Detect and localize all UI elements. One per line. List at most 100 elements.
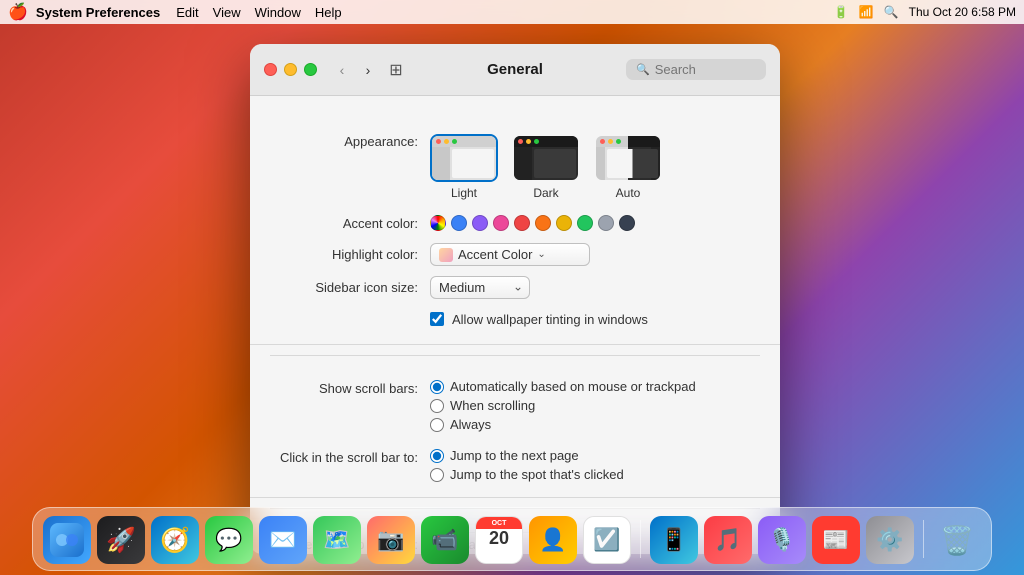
appearance-auto-label: Auto: [616, 186, 641, 200]
grid-view-button[interactable]: ⊞: [385, 59, 407, 81]
wallpaper-checkbox-label: Allow wallpaper tinting in windows: [452, 312, 648, 327]
app-name[interactable]: System Preferences: [36, 5, 160, 20]
highlight-color-label: Highlight color:: [250, 247, 430, 262]
menu-window[interactable]: Window: [255, 5, 301, 20]
click-next-radio[interactable]: [430, 449, 444, 463]
dock-music[interactable]: 🎵: [704, 516, 752, 564]
green-dot[interactable]: [577, 215, 593, 231]
highlight-value: Accent Color: [458, 247, 532, 262]
dock-reminders[interactable]: ☑️: [583, 516, 631, 564]
scroll-bars-row: Show scroll bars: Automatically based on…: [250, 374, 780, 437]
sidebar-icon-control: Small Medium Large: [430, 276, 750, 299]
click-scroll-row: Click in the scroll bar to: Jump to the …: [250, 443, 780, 487]
menu-edit[interactable]: Edit: [176, 5, 198, 20]
dock-photos[interactable]: 📷: [367, 516, 415, 564]
dock-podcasts[interactable]: 🎙️: [758, 516, 806, 564]
navigation-buttons: ‹ ›: [331, 59, 379, 81]
dock-separator-2: [923, 520, 924, 558]
menubar: 🍎 System Preferences Edit View Window He…: [0, 0, 1024, 24]
back-button[interactable]: ‹: [331, 59, 353, 81]
divider-1: [270, 355, 760, 356]
appearance-auto[interactable]: Auto: [594, 134, 662, 200]
pink-dot[interactable]: [493, 215, 509, 231]
click-next-label: Jump to the next page: [450, 448, 579, 463]
highlight-arrow-icon: ⌄: [537, 249, 545, 260]
appearance-label: Appearance:: [250, 134, 430, 149]
sidebar-icon-select-wrapper[interactable]: Small Medium Large: [430, 276, 530, 299]
wallpaper-control: Allow wallpaper tinting in windows: [430, 312, 750, 327]
click-scroll-label: Click in the scroll bar to:: [250, 448, 430, 465]
accent-color-row: Accent color:: [250, 208, 780, 238]
minimize-button[interactable]: [284, 63, 297, 76]
settings-content: Appearance:: [250, 96, 780, 554]
close-button[interactable]: [264, 63, 277, 76]
search-icon: 🔍: [636, 63, 650, 76]
sidebar-icon-select[interactable]: Small Medium Large: [430, 276, 530, 299]
dock-launchpad[interactable]: 🚀: [97, 516, 145, 564]
dock-sysprefs[interactable]: ⚙️: [866, 516, 914, 564]
dock-appstore[interactable]: 📱: [650, 516, 698, 564]
appearance-light[interactable]: Light: [430, 134, 498, 200]
color-dots: [430, 215, 635, 231]
scroll-always-row: Always: [430, 417, 696, 432]
wallpaper-checkbox[interactable]: [430, 312, 444, 326]
accent-color-label: Accent color:: [250, 216, 430, 231]
dock-messages[interactable]: 💬: [205, 516, 253, 564]
dock-news[interactable]: 📰: [812, 516, 860, 564]
dark-dot[interactable]: [619, 215, 635, 231]
scroll-when-radio[interactable]: [430, 399, 444, 413]
multicolor-dot[interactable]: [430, 215, 446, 231]
appearance-light-label: Light: [451, 186, 477, 200]
appearance-dark[interactable]: Dark: [512, 134, 580, 200]
scroll-always-radio[interactable]: [430, 418, 444, 432]
menu-view[interactable]: View: [213, 5, 241, 20]
dock-mail[interactable]: ✉️: [259, 516, 307, 564]
scroll-bars-options: Automatically based on mouse or trackpad…: [430, 379, 696, 432]
click-spot-radio[interactable]: [430, 468, 444, 482]
highlight-swatch: [439, 248, 453, 262]
maximize-button[interactable]: [304, 63, 317, 76]
appearance-options: Light: [430, 134, 662, 200]
dock-finder[interactable]: [43, 516, 91, 564]
blue-dot[interactable]: [451, 215, 467, 231]
apple-menu-icon[interactable]: 🍎: [8, 2, 28, 22]
yellow-dot[interactable]: [556, 215, 572, 231]
scroll-bars-section: Show scroll bars: Automatically based on…: [250, 364, 780, 498]
dock: 🚀 🧭 💬 ✉️ 🗺️ 📷 📹 OCT 20 👤 ☑️ 📱 🎵 🎙️ 📰: [32, 507, 992, 571]
menu-help[interactable]: Help: [315, 5, 342, 20]
appearance-thumb-light[interactable]: [430, 134, 498, 182]
dock-maps[interactable]: 🗺️: [313, 516, 361, 564]
wallpaper-tinting-row: Allow wallpaper tinting in windows: [250, 304, 780, 334]
scroll-auto-radio[interactable]: [430, 380, 444, 394]
dock-trash[interactable]: 🗑️: [933, 516, 981, 564]
menubar-search-icon[interactable]: 🔍: [884, 5, 899, 19]
menubar-battery-icon: 🔋: [834, 5, 849, 19]
click-spot-row: Jump to the spot that's clicked: [430, 467, 624, 482]
accent-color-control: [430, 215, 750, 231]
dock-facetime[interactable]: 📹: [421, 516, 469, 564]
search-input[interactable]: [655, 62, 756, 77]
appearance-thumb-auto[interactable]: [594, 134, 662, 182]
highlight-select-wrapper[interactable]: Accent Color ⌄: [430, 243, 590, 266]
click-spot-label: Jump to the spot that's clicked: [450, 467, 624, 482]
dock-contacts[interactable]: 👤: [529, 516, 577, 564]
window-title: General: [487, 61, 543, 78]
orange-dot[interactable]: [535, 215, 551, 231]
dock-safari[interactable]: 🧭: [151, 516, 199, 564]
dock-calendar[interactable]: OCT 20: [475, 516, 523, 564]
menubar-right: 🔋 📶 🔍 Thu Oct 20 6:58 PM: [834, 5, 1016, 19]
appearance-row: Appearance:: [250, 126, 780, 208]
appearance-thumb-dark[interactable]: [512, 134, 580, 182]
forward-button[interactable]: ›: [357, 59, 379, 81]
appearance-dark-label: Dark: [533, 186, 558, 200]
scroll-auto-label: Automatically based on mouse or trackpad: [450, 379, 696, 394]
gray-dot[interactable]: [598, 215, 614, 231]
traffic-lights: [264, 63, 317, 76]
red-dot[interactable]: [514, 215, 530, 231]
dock-separator: [640, 520, 641, 558]
scroll-when-label: When scrolling: [450, 398, 535, 413]
click-next-row: Jump to the next page: [430, 448, 624, 463]
purple-dot[interactable]: [472, 215, 488, 231]
search-bar[interactable]: 🔍: [626, 59, 766, 80]
highlight-color-control: Accent Color ⌄: [430, 243, 750, 266]
